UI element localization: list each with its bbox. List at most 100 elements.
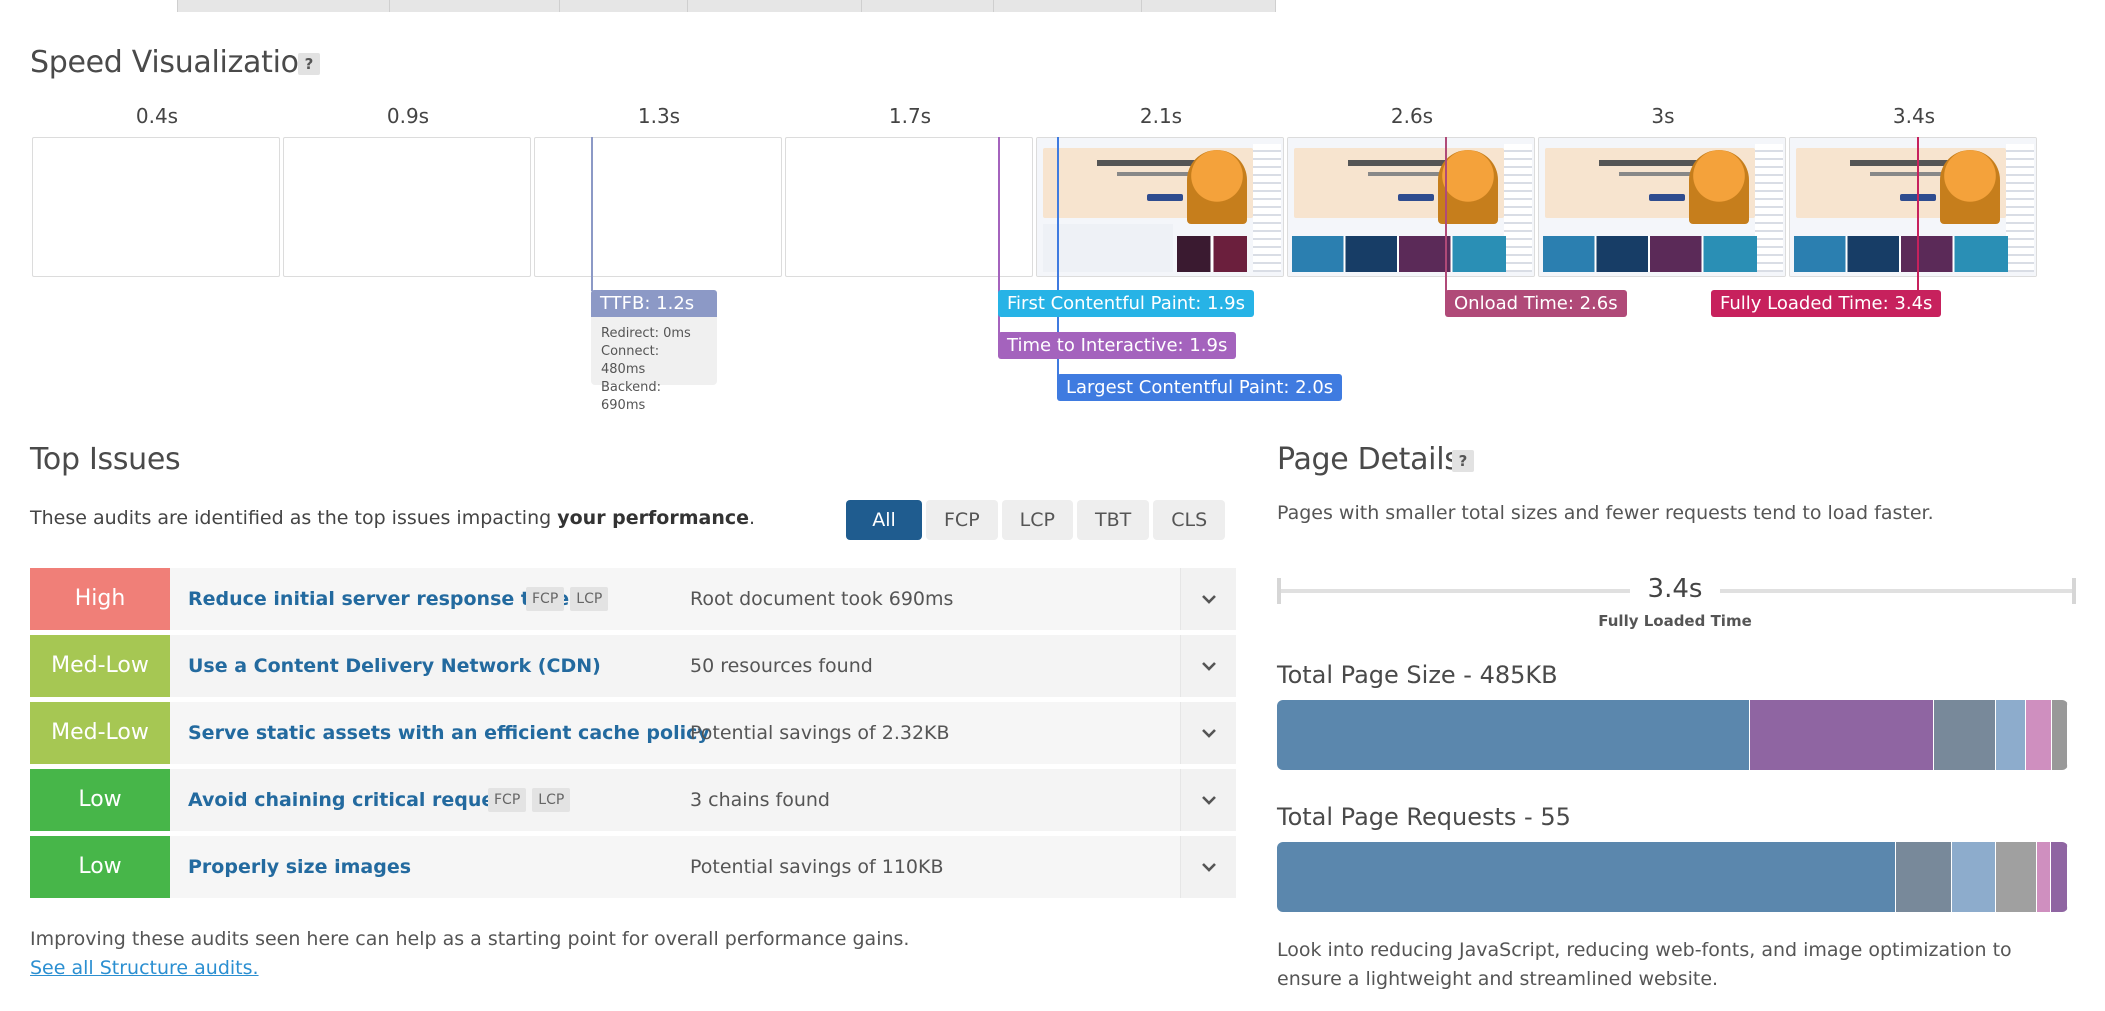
tab-5[interactable] bbox=[688, 0, 862, 12]
issue-detail: Potential savings of 2.32KB bbox=[690, 722, 950, 744]
issue-title[interactable]: Reduce initial server response time bbox=[188, 568, 569, 630]
filter-cls-button[interactable]: CLS bbox=[1153, 500, 1226, 540]
filter-lcp-button[interactable]: LCP bbox=[1001, 500, 1073, 540]
page-requests-segment[interactable] bbox=[1995, 842, 2038, 912]
filter-all-button[interactable]: All bbox=[846, 500, 922, 540]
description-suffix: . bbox=[749, 507, 756, 529]
page-size-segment[interactable] bbox=[1277, 700, 1751, 770]
page-requests-segment[interactable] bbox=[2050, 842, 2068, 912]
description-emphasis: your performance bbox=[557, 507, 750, 529]
priority-badge: Low bbox=[30, 836, 170, 898]
tab-strip bbox=[0, 0, 2105, 12]
page-size-segment[interactable] bbox=[1934, 700, 1996, 770]
filter-fcp-button[interactable]: FCP bbox=[926, 500, 998, 540]
tab-3[interactable] bbox=[390, 0, 560, 12]
tab-4[interactable] bbox=[560, 0, 688, 12]
issue-row[interactable]: Med-Low Use a Content Delivery Network (… bbox=[30, 635, 1236, 697]
time-label: 1.7s bbox=[888, 104, 932, 128]
tab-2[interactable] bbox=[178, 0, 390, 12]
filmstrip-frame[interactable] bbox=[785, 137, 1033, 277]
issue-title[interactable]: Properly size images bbox=[188, 836, 411, 898]
issue-title[interactable]: Serve static assets with an efficient ca… bbox=[188, 702, 710, 764]
page-requests-breakdown-bar[interactable] bbox=[1277, 842, 2068, 912]
onload-marker-label: Onload Time: 2.6s bbox=[1445, 290, 1627, 317]
issue-title[interactable]: Avoid chaining critical requests bbox=[188, 769, 526, 831]
top-issues-title: Top Issues bbox=[30, 442, 181, 477]
description-text: These audits are identified as the top i… bbox=[30, 507, 558, 529]
metric-filter-group: All FCP LCP TBT CLS bbox=[846, 500, 1226, 540]
lcp-marker-label: Largest Contentful Paint: 2.0s bbox=[1057, 374, 1343, 401]
total-page-size-title: Total Page Size - 485KB bbox=[1277, 661, 1558, 689]
issue-row[interactable]: High Reduce initial server response time… bbox=[30, 568, 1236, 630]
issue-detail: 3 chains found bbox=[690, 789, 830, 811]
metric-chip: FCP bbox=[488, 788, 527, 812]
priority-badge: Med-Low bbox=[30, 702, 170, 764]
page-requests-segment[interactable] bbox=[1895, 842, 1953, 912]
issue-detail: 50 resources found bbox=[690, 655, 873, 677]
filmstrip-frame[interactable] bbox=[283, 137, 531, 277]
time-label: 2.6s bbox=[1390, 104, 1434, 128]
page-requests-segment[interactable] bbox=[1277, 842, 1896, 912]
page-size-segment[interactable] bbox=[2026, 700, 2053, 770]
filmstrip-frame[interactable] bbox=[32, 137, 280, 277]
chevron-down-icon bbox=[1201, 863, 1216, 872]
time-label: 0.9s bbox=[386, 104, 430, 128]
metric-chip: LCP bbox=[570, 587, 609, 611]
time-label: 3s bbox=[1651, 104, 1675, 128]
page-size-segment[interactable] bbox=[2052, 700, 2068, 770]
priority-badge: High bbox=[30, 568, 170, 630]
filter-tbt-button[interactable]: TBT bbox=[1076, 500, 1150, 540]
page-size-segment[interactable] bbox=[1996, 700, 2027, 770]
page-size-segment[interactable] bbox=[1750, 700, 1935, 770]
filmstrip-frame[interactable] bbox=[534, 137, 782, 277]
page-screenshot bbox=[1037, 138, 1283, 276]
filmstrip-frame[interactable] bbox=[1538, 137, 1786, 277]
tti-marker-label: Time to Interactive: 1.9s bbox=[998, 332, 1237, 359]
page-screenshot bbox=[1288, 138, 1534, 276]
filmstrip-frame[interactable] bbox=[1287, 137, 1535, 277]
issue-title[interactable]: Use a Content Delivery Network (CDN) bbox=[188, 635, 601, 697]
page-requests-segment[interactable] bbox=[1952, 842, 1996, 912]
filmstrip-frame[interactable] bbox=[1036, 137, 1284, 277]
issue-row[interactable]: Low Avoid chaining critical requests FCP… bbox=[30, 769, 1236, 831]
see-all-structure-audits-link[interactable]: See all Structure audits. bbox=[30, 957, 259, 979]
issue-row[interactable]: Med-Low Serve static assets with an effi… bbox=[30, 702, 1236, 764]
tab-7[interactable] bbox=[994, 0, 1142, 12]
metric-chips: FCP LCP bbox=[488, 788, 571, 812]
tab-8[interactable] bbox=[1142, 0, 1276, 12]
time-label: 1.3s bbox=[637, 104, 681, 128]
scale-start-cap bbox=[1277, 578, 1281, 604]
chevron-down-icon bbox=[1201, 662, 1216, 671]
metric-chip: LCP bbox=[532, 788, 571, 812]
ttfb-marker-line bbox=[591, 137, 593, 291]
expand-button[interactable] bbox=[1180, 769, 1236, 831]
chevron-down-icon bbox=[1201, 729, 1216, 738]
speed-visualization-help-icon[interactable]: ? bbox=[298, 53, 320, 75]
onload-marker-line bbox=[1445, 137, 1447, 303]
ttfb-connect: Connect: 480ms bbox=[601, 344, 660, 377]
fully-loaded-marker-line bbox=[1917, 137, 1919, 303]
chevron-down-icon bbox=[1201, 796, 1216, 805]
expand-button[interactable] bbox=[1180, 702, 1236, 764]
page-size-breakdown-bar[interactable] bbox=[1277, 700, 2068, 770]
time-label: 2.1s bbox=[1139, 104, 1183, 128]
expand-button[interactable] bbox=[1180, 836, 1236, 898]
tab-6[interactable] bbox=[862, 0, 994, 12]
issue-detail: Root document took 690ms bbox=[690, 588, 954, 610]
issue-detail: Potential savings of 110KB bbox=[690, 856, 944, 878]
fcp-marker-label: First Contentful Paint: 1.9s bbox=[998, 290, 1254, 317]
ttfb-marker-label: TTFB: 1.2s bbox=[591, 290, 717, 317]
page-details-help-icon[interactable]: ? bbox=[1452, 450, 1474, 472]
priority-badge: Low bbox=[30, 769, 170, 831]
page-requests-segment[interactable] bbox=[2037, 842, 2051, 912]
expand-button[interactable] bbox=[1180, 635, 1236, 697]
fully-loaded-value: 3.4s bbox=[1630, 574, 1720, 604]
time-label: 0.4s bbox=[135, 104, 179, 128]
expand-button[interactable] bbox=[1180, 568, 1236, 630]
tab-summary[interactable] bbox=[0, 0, 178, 12]
ttfb-backend: Backend: 690ms bbox=[601, 380, 661, 413]
ttfb-redirect: Redirect: 0ms bbox=[601, 326, 691, 341]
filmstrip-frame[interactable] bbox=[1789, 137, 2037, 277]
issue-row[interactable]: Low Properly size images Potential savin… bbox=[30, 836, 1236, 898]
page-details-title: Page Details bbox=[1277, 442, 1460, 477]
